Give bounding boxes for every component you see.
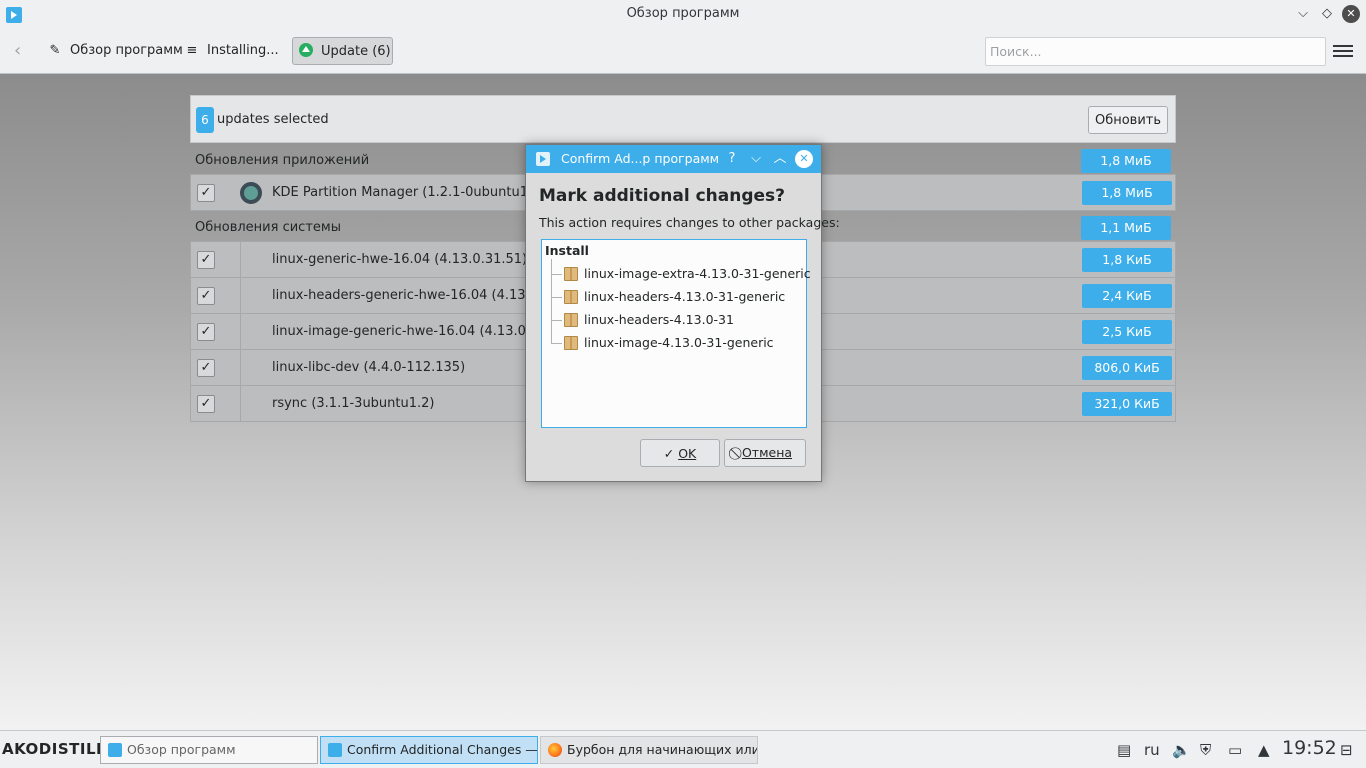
package-name: rsync (3.1.1-3ubuntu1.2) <box>272 396 435 411</box>
cancel-label: Отмена <box>741 445 793 460</box>
selection-bar: 6 updates selected Обновить <box>190 95 1176 143</box>
section-label: Обновления системы <box>195 220 341 235</box>
minimize-icon[interactable]: ⌵ <box>1294 5 1312 23</box>
package-size: 806,0 КиБ <box>1082 356 1172 380</box>
selection-text: updates selected <box>217 112 329 127</box>
tree-item-label: linux-image-4.13.0-31-generic <box>584 335 774 350</box>
dialog-close-icon[interactable]: ✕ <box>795 150 813 168</box>
discover-icon <box>108 743 122 757</box>
tree-root-install: Install <box>545 243 589 258</box>
hamburger-menu-icon[interactable] <box>1333 42 1353 60</box>
selected-count-badge: 6 <box>196 107 214 133</box>
dialog-maximize-icon[interactable]: ︿ <box>771 150 789 168</box>
task-label: Бурбон для начинающих или к <box>567 742 758 757</box>
clock[interactable]: 19:52 <box>1282 738 1337 758</box>
ok-button[interactable]: ✓ OK <box>640 439 720 467</box>
package-icon <box>564 336 578 350</box>
row-checkbox[interactable]: ✓ <box>197 359 215 377</box>
tray-expand-icon[interactable]: ▲ <box>1258 740 1270 760</box>
taskbar: AKODISTILLERS.RU Обзор программ Confirm … <box>0 730 1366 768</box>
dialog-title: Confirm Ad...p программ <box>561 151 720 166</box>
help-icon[interactable]: ? <box>723 150 741 168</box>
confirm-changes-dialog: Confirm Ad...p программ ? ⌵ ︿ ✕ Mark add… <box>525 144 840 482</box>
keyboard-layout-indicator[interactable]: ru <box>1144 740 1160 760</box>
update-label: Update (6) <box>321 44 391 59</box>
row-separator <box>240 242 241 278</box>
tree-item-label: linux-headers-4.13.0-31-generic <box>584 289 786 304</box>
firefox-icon <box>548 743 562 757</box>
package-icon <box>564 267 578 281</box>
package-size: 321,0 КиБ <box>1082 392 1172 416</box>
show-desktop-icon[interactable]: ⊟ <box>1340 740 1353 760</box>
section-size: 1,8 МиБ <box>1081 149 1171 173</box>
installing-label: Installing... <box>207 43 279 58</box>
cancel-button[interactable]: ⃠ Отмена <box>724 439 806 467</box>
row-separator <box>240 278 241 314</box>
row-checkbox[interactable]: ✓ <box>197 395 215 413</box>
package-icon <box>564 313 578 327</box>
search-input[interactable] <box>985 37 1326 66</box>
dialog-titlebar: Confirm Ad...p программ ? ⌵ ︿ ✕ <box>526 145 821 173</box>
package-size: 1,8 КиБ <box>1082 248 1172 272</box>
volume-icon[interactable]: 🔈 <box>1172 740 1191 760</box>
dialog-subtitle: This action requires changes to other pa… <box>539 215 840 230</box>
overview-button[interactable]: ✎ Обзор программ <box>46 37 183 65</box>
section-label: Обновления приложений <box>195 153 370 168</box>
tree-item-label: linux-headers-4.13.0-31 <box>584 312 734 327</box>
row-checkbox[interactable]: ✓ <box>197 184 215 202</box>
taskbar-item-overview[interactable]: Обзор программ <box>100 736 318 764</box>
row-checkbox[interactable]: ✓ <box>197 287 215 305</box>
overview-label: Обзор программ <box>70 43 183 58</box>
row-checkbox[interactable]: ✓ <box>197 251 215 269</box>
ok-label: OK <box>678 445 697 461</box>
network-icon[interactable]: ▭ <box>1228 740 1242 760</box>
task-label: Confirm Additional Changes — О <box>347 742 538 757</box>
dialog-app-icon <box>536 152 550 166</box>
package-name: linux-generic-hwe-16.04 (4.13.0.31.51) <box>272 252 528 267</box>
tree-connector <box>551 259 552 344</box>
row-checkbox[interactable]: ✓ <box>197 323 215 341</box>
update-arrow-icon <box>299 43 313 57</box>
row-separator <box>240 386 241 422</box>
dialog-minimize-icon[interactable]: ⌵ <box>747 150 765 168</box>
maximize-icon[interactable]: ◇ <box>1318 5 1336 23</box>
clipboard-icon[interactable]: ▤ <box>1117 740 1131 760</box>
task-label: Обзор программ <box>127 742 236 757</box>
close-icon[interactable]: ✕ <box>1342 5 1360 23</box>
back-arrow-icon[interactable]: ‹ <box>14 37 32 65</box>
changes-tree[interactable]: Install linux-image-extra-4.13.0-31-gene… <box>541 239 811 428</box>
row-separator <box>240 350 241 386</box>
taskbar-item-firefox[interactable]: Бурбон для начинающих или к <box>540 736 758 764</box>
section-size: 1,1 МиБ <box>1081 216 1171 240</box>
check-icon: ✓ <box>663 445 675 461</box>
row-separator <box>240 314 241 350</box>
installing-button[interactable]: ≡ Installing... <box>183 37 279 65</box>
discover-icon <box>328 743 342 757</box>
package-name: KDE Partition Manager (1.2.1-0ubuntu1.1) <box>272 185 546 200</box>
update-button[interactable]: Update (6) <box>292 37 393 65</box>
partition-manager-icon <box>240 182 262 204</box>
tree-item-label: linux-image-extra-4.13.0-31-generic <box>584 266 811 281</box>
window-titlebar: Обзор программ ⌵ ◇ ✕ <box>0 0 1366 29</box>
package-size: 2,5 КиБ <box>1082 320 1172 344</box>
package-size: 1,8 МиБ <box>1082 181 1172 205</box>
package-name: linux-libc-dev (4.4.0-112.135) <box>272 360 466 375</box>
taskbar-item-confirm[interactable]: Confirm Additional Changes — О <box>320 736 538 764</box>
package-icon <box>564 290 578 304</box>
updates-notifier-icon[interactable]: ⛨ <box>1200 740 1211 760</box>
window-title: Обзор программ <box>626 6 740 21</box>
magic-wand-icon: ✎ <box>49 43 61 58</box>
package-size: 2,4 КиБ <box>1082 284 1172 308</box>
dialog-heading: Mark additional changes? <box>539 186 786 206</box>
refresh-button[interactable]: Обновить <box>1088 106 1168 134</box>
list-icon: ≡ <box>186 43 198 58</box>
